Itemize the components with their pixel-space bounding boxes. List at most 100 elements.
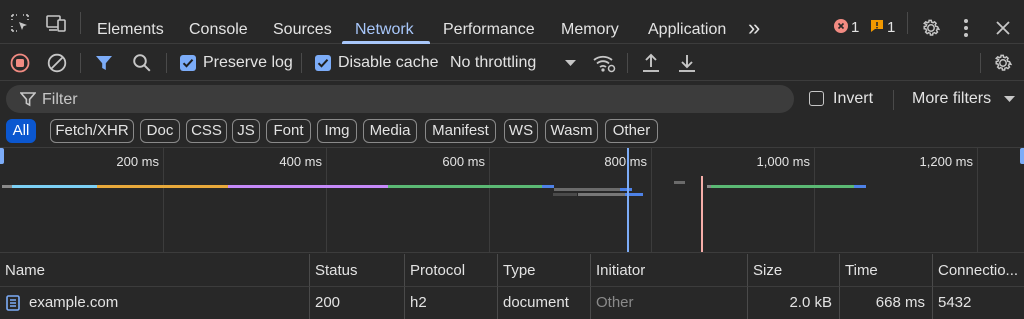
timeline-gridline (326, 148, 327, 252)
tab-console[interactable]: Console (189, 0, 248, 44)
filter-placeholder: Filter (42, 91, 78, 108)
overview-bar-ssl (228, 185, 388, 188)
type-filter-doc[interactable]: Doc (140, 119, 180, 143)
toolbar-divider (980, 53, 981, 73)
close-icon[interactable] (995, 20, 1011, 36)
invert-label[interactable]: Invert (833, 90, 873, 108)
filter-bar: Filter Invert More filters (0, 82, 1024, 116)
request-protocol: h2 (405, 287, 498, 319)
kebab-menu-icon[interactable] (963, 18, 969, 38)
type-filter-fetch-xhr[interactable]: Fetch/XHR (50, 119, 134, 143)
disable-cache-checkbox[interactable] (315, 55, 331, 71)
warning-icon[interactable] (870, 19, 884, 33)
timeline-tick-label: 200 ms (116, 154, 159, 169)
type-filter-img[interactable]: Img (317, 119, 357, 143)
column-header-name[interactable]: Name (0, 254, 310, 287)
tab-application[interactable]: Application (648, 0, 726, 44)
timeline-gridline (489, 148, 490, 252)
type-filter-media[interactable]: Media (363, 119, 417, 143)
timeline-overview[interactable]: 200 ms 400 ms 600 ms 800 ms 1,000 ms 1,2… (0, 147, 1024, 253)
column-header-status[interactable]: Status (310, 254, 405, 287)
preserve-log-label[interactable]: Preserve log (203, 54, 293, 72)
request-size: 2.0 kB (748, 287, 840, 319)
clear-icon[interactable] (47, 53, 67, 73)
type-filter-js[interactable]: JS (232, 119, 260, 143)
import-har-icon[interactable] (642, 53, 660, 73)
type-filter-font[interactable]: Font (266, 119, 311, 143)
invert-checkbox[interactable] (809, 91, 824, 106)
overview-right-handle[interactable] (1020, 148, 1024, 164)
network-settings-gear-icon[interactable] (992, 52, 1014, 74)
tab-network[interactable]: Network (355, 0, 414, 44)
request-connection-id: 5432 (938, 294, 972, 311)
network-conditions-icon[interactable] (592, 52, 616, 74)
request-type: document (498, 287, 591, 319)
disable-cache-label[interactable]: Disable cache (338, 54, 439, 72)
timeline-tick-label: 600 ms (442, 154, 485, 169)
request-time: 668 ms (840, 287, 933, 319)
column-header-connection-id[interactable]: Connectio... (933, 254, 1024, 287)
devtools-tab-bar: Elements Console Sources Network Perform… (0, 0, 1024, 44)
load-event-marker (701, 176, 703, 252)
toolbar-divider (627, 53, 628, 73)
tab-elements[interactable]: Elements (97, 0, 164, 44)
table-row-name[interactable]: example.com (0, 287, 310, 319)
overview-bar-waiting (711, 185, 854, 188)
tab-performance[interactable]: Performance (443, 0, 535, 44)
overview-bar-download (854, 185, 866, 188)
request-status: 200 (310, 287, 405, 319)
overview-bar-download (542, 185, 554, 188)
type-filter-wasm[interactable]: Wasm (545, 119, 598, 143)
inspect-element-icon[interactable] (10, 13, 30, 33)
preserve-log-checkbox[interactable] (180, 55, 196, 71)
toolbar-divider (166, 53, 167, 73)
filter-input[interactable]: Filter (6, 85, 794, 113)
requests-table: Name Status Protocol Type Initiator Size… (0, 254, 1024, 319)
warning-count: 1 (887, 19, 896, 36)
error-icon[interactable] (834, 19, 848, 33)
export-har-icon[interactable] (678, 53, 696, 73)
settings-gear-icon[interactable] (920, 17, 942, 39)
type-filter-ws[interactable]: WS (504, 119, 538, 143)
timeline-tick-label: 1,200 ms (919, 154, 973, 169)
column-header-initiator[interactable]: Initiator (591, 254, 748, 287)
timeline-gridline (651, 148, 652, 252)
search-icon[interactable] (132, 53, 152, 73)
request-name[interactable]: example.com (29, 287, 118, 319)
type-filter-other[interactable]: Other (605, 119, 658, 143)
stop-recording-icon[interactable] (10, 53, 30, 73)
overview-left-handle[interactable] (0, 148, 4, 164)
overview-bar-download (620, 188, 632, 191)
tab-memory[interactable]: Memory (561, 0, 619, 44)
column-header-size[interactable]: Size (748, 254, 840, 287)
overview-bar-waiting (388, 185, 542, 188)
document-icon (6, 295, 20, 311)
tab-sources[interactable]: Sources (273, 0, 332, 44)
chevron-down-icon[interactable] (565, 60, 576, 67)
type-filter-manifest[interactable]: Manifest (425, 119, 496, 143)
column-header-time[interactable]: Time (840, 254, 933, 287)
column-header-protocol[interactable]: Protocol (405, 254, 498, 287)
timeline-gridline (814, 148, 815, 252)
active-tab-indicator (342, 41, 430, 44)
toolbar-divider (80, 53, 81, 73)
request-initiator: Other (591, 287, 748, 319)
overview-bar-queueing (2, 185, 12, 188)
dom-content-loaded-marker (627, 148, 629, 252)
timeline-gridline (163, 148, 164, 252)
network-toolbar: Preserve log Disable cache No throttling (0, 45, 1024, 81)
toolbar-divider (301, 53, 302, 73)
type-filter-css[interactable]: CSS (186, 119, 227, 143)
more-filters-dropdown[interactable]: More filters (912, 90, 991, 108)
type-filter-all[interactable]: All (6, 119, 36, 143)
device-toolbar-icon[interactable] (45, 13, 67, 33)
overview-bar-secondary (578, 193, 626, 196)
more-tabs-button[interactable]: » (748, 0, 760, 44)
overview-bar-secondary (553, 193, 577, 196)
chevron-down-icon[interactable] (1004, 96, 1015, 103)
overview-bar-secondary (674, 181, 685, 184)
filter-funnel-icon[interactable] (95, 54, 113, 72)
throttling-select[interactable]: No throttling (450, 54, 536, 72)
filter-funnel-outline-icon (20, 92, 36, 107)
column-header-type[interactable]: Type (498, 254, 591, 287)
